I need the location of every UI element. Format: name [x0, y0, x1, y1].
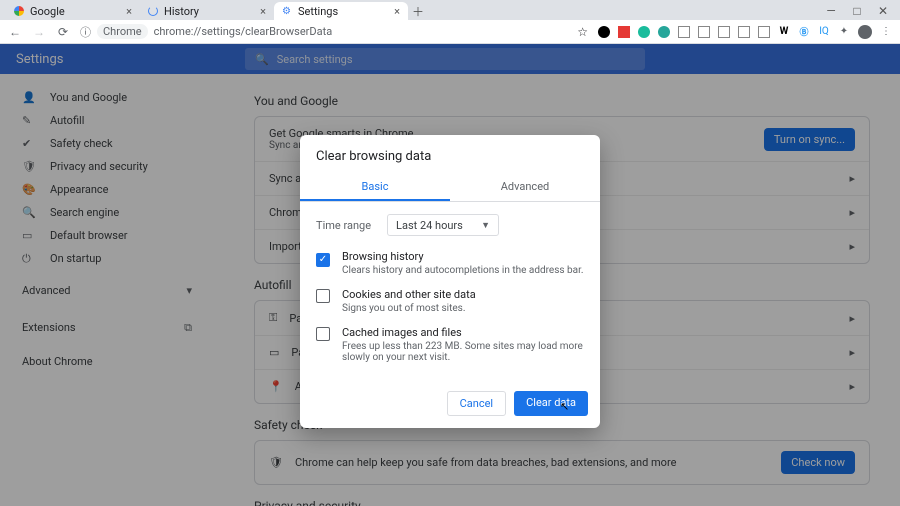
minimize-button[interactable]: —: [824, 4, 838, 16]
option-subtitle: Signs you out of most sites.: [342, 303, 476, 314]
close-tab-icon[interactable]: ×: [394, 5, 400, 18]
extension-icons: W Ⓑ IQ ✦ ⋮: [598, 25, 892, 39]
browser-tab-settings[interactable]: ⚙ Settings ×: [274, 2, 408, 20]
cancel-button[interactable]: Cancel: [447, 391, 506, 416]
dialog-tab-advanced[interactable]: Advanced: [450, 174, 600, 201]
option-title: Cached images and files: [342, 326, 584, 339]
url-text: chrome://settings/clearBrowserData: [154, 25, 333, 38]
bookmark-star-icon[interactable]: ☆: [577, 25, 588, 39]
extension-icon[interactable]: [618, 26, 630, 38]
google-favicon-icon: [14, 6, 24, 16]
site-info-icon[interactable]: ⓘ: [80, 24, 91, 40]
extension-icon[interactable]: [698, 26, 710, 38]
extension-icon[interactable]: [638, 26, 650, 38]
browser-toolbar: ← → ⟳ ⓘ Chrome chrome://settings/clearBr…: [0, 20, 900, 44]
select-value: Last 24 hours: [396, 219, 463, 232]
chrome-menu-icon[interactable]: ⋮: [880, 26, 892, 38]
reload-button[interactable]: ⟳: [56, 25, 70, 39]
extension-icon[interactable]: IQ: [818, 26, 830, 38]
profile-avatar-icon[interactable]: [858, 25, 872, 39]
extension-icon[interactable]: Ⓑ: [798, 26, 810, 38]
window-controls: — □ ✕: [814, 0, 900, 20]
browser-tab-google[interactable]: Google ×: [6, 2, 140, 20]
address-bar[interactable]: ⓘ Chrome chrome://settings/clearBrowserD…: [80, 24, 567, 40]
option-title: Cookies and other site data: [342, 288, 476, 301]
settings-favicon-icon: ⚙: [282, 6, 292, 16]
clear-data-button[interactable]: Clear data: [514, 391, 588, 416]
option-subtitle: Frees up less than 223 MB. Some sites ma…: [342, 341, 584, 363]
extension-icon[interactable]: [598, 26, 610, 38]
option-subtitle: Clears history and autocompletions in th…: [342, 265, 584, 276]
tab-label: Google: [30, 5, 65, 18]
dialog-title: Clear browsing data: [300, 135, 600, 174]
dropdown-caret-icon: ▼: [481, 220, 490, 231]
maximize-button[interactable]: □: [850, 4, 864, 16]
extension-icon[interactable]: [718, 26, 730, 38]
extension-icon[interactable]: W: [778, 26, 790, 38]
extension-icon[interactable]: [738, 26, 750, 38]
new-tab-button[interactable]: ＋: [408, 3, 428, 20]
time-range-select[interactable]: Last 24 hours ▼: [387, 214, 499, 236]
back-button[interactable]: ←: [8, 25, 22, 39]
url-scheme-chip: Chrome: [97, 24, 148, 39]
option-title: Browsing history: [342, 250, 584, 263]
tab-label: Settings: [298, 5, 338, 18]
extension-icon[interactable]: [758, 26, 770, 38]
close-window-button[interactable]: ✕: [876, 4, 890, 16]
checkbox-browsing-history[interactable]: ✓: [316, 253, 330, 267]
extension-icon[interactable]: [658, 26, 670, 38]
extensions-menu-icon[interactable]: ✦: [838, 26, 850, 38]
browser-tab-history[interactable]: History ×: [140, 2, 274, 20]
tab-strip: Google × History × ⚙ Settings × ＋: [0, 0, 900, 20]
forward-button[interactable]: →: [32, 25, 46, 39]
checkbox-cookies[interactable]: [316, 289, 330, 303]
extension-icon[interactable]: [678, 26, 690, 38]
close-tab-icon[interactable]: ×: [126, 5, 132, 18]
checkbox-cached[interactable]: [316, 327, 330, 341]
history-favicon-icon: [148, 6, 158, 16]
time-range-label: Time range: [316, 219, 371, 232]
tab-label: History: [164, 5, 199, 18]
clear-browsing-data-dialog: Clear browsing data Basic Advanced Time …: [300, 135, 600, 428]
close-tab-icon[interactable]: ×: [260, 5, 266, 18]
dialog-tabs: Basic Advanced: [300, 174, 600, 202]
dialog-tab-basic[interactable]: Basic: [300, 174, 450, 201]
